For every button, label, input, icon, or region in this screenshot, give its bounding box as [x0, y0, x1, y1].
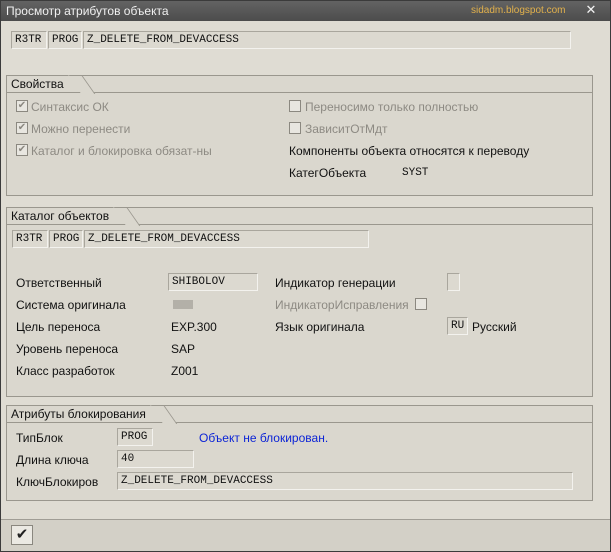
responsible-label: Ответственный: [16, 276, 102, 290]
catalog-pgmid-field[interactable]: R3TR: [12, 230, 48, 248]
catalog-object-type-field[interactable]: PROG: [49, 230, 83, 248]
header-object-name-field[interactable]: Z_DELETE_FROM_DEVACCESS: [83, 31, 571, 49]
transport-full-only-checkbox[interactable]: [289, 100, 301, 112]
button-bar: ✔: [1, 519, 610, 551]
original-language-label: Язык оригинала: [275, 320, 365, 334]
confirm-button[interactable]: ✔: [11, 525, 33, 545]
object-category-value: SYST: [402, 167, 429, 179]
generation-flag-field[interactable]: [447, 273, 460, 291]
lock-group-title: Атрибуты блокирования: [6, 405, 156, 422]
checkmark-icon: ✔: [15, 526, 29, 543]
generation-flag-label: Индикатор генерации: [275, 276, 396, 290]
components-translation-text: Компоненты объекта относятся к переводу: [289, 144, 530, 158]
transport-layer-value: SAP: [171, 342, 196, 356]
catalog-group-title: Каталог объектов: [6, 207, 120, 224]
transportable-checkbox[interactable]: ✔: [16, 122, 28, 134]
depends-on-client-checkbox[interactable]: [289, 122, 301, 134]
catalog-lock-label: Каталог и блокировка обязат-ны: [31, 144, 212, 158]
lock-attributes-group: Атрибуты блокирования ТипБлок PROG Объек…: [6, 405, 593, 501]
source-system-value: [173, 300, 193, 309]
properties-group: Свойства ✔ Синтаксис ОК ✔ Можно перенест…: [6, 75, 593, 196]
transport-target-label: Цель переноса: [16, 320, 101, 334]
title-bar: Просмотр атрибутов объекта sidadm.blogsp…: [1, 1, 610, 21]
catalog-object-name-field[interactable]: Z_DELETE_FROM_DEVACCESS: [84, 230, 369, 248]
source-system-label: Система оригинала: [16, 298, 126, 312]
lock-type-field[interactable]: PROG: [117, 428, 153, 446]
key-length-field[interactable]: 40: [117, 450, 194, 468]
dev-class-value: Z001: [171, 364, 199, 378]
window-title: Просмотр атрибутов объекта: [6, 4, 169, 18]
header-pgmid-field[interactable]: R3TR: [11, 31, 47, 49]
watermark-text: sidadm.blogspot.com: [471, 5, 566, 16]
lock-status-text: Объект не блокирован.: [199, 431, 329, 445]
transport-full-only-label: Переносимо только полностью: [305, 100, 479, 114]
transportable-label: Можно перенести: [31, 122, 131, 136]
catalog-lock-checkbox[interactable]: ✔: [16, 144, 28, 156]
original-language-code-field[interactable]: RU: [447, 317, 468, 335]
transport-target-value: EXP.300: [171, 320, 217, 334]
syntax-ok-checkbox[interactable]: ✔: [16, 100, 28, 112]
responsible-field[interactable]: SHIBOLOV: [168, 273, 258, 291]
attributes-dialog: Просмотр атрибутов объекта sidadm.blogsp…: [0, 0, 611, 552]
object-catalog-group: Каталог объектов R3TR PROG Z_DELETE_FROM…: [6, 207, 593, 397]
header-object-type-field[interactable]: PROG: [48, 31, 82, 49]
close-icon[interactable]: ✕: [582, 2, 600, 19]
dev-class-label: Класс разработок: [16, 364, 115, 378]
object-category-label: КатегОбъекта: [289, 166, 367, 180]
lock-key-field[interactable]: Z_DELETE_FROM_DEVACCESS: [117, 472, 573, 490]
original-language-name: Русский: [472, 320, 517, 334]
correction-flag-checkbox[interactable]: [415, 298, 427, 310]
transport-layer-label: Уровень переноса: [16, 342, 119, 356]
depends-on-client-label: ЗависитОтМдт: [305, 122, 388, 136]
lock-type-label: ТипБлок: [16, 431, 63, 445]
key-length-label: Длина ключа: [16, 453, 89, 467]
lock-key-label: КлючБлокиров: [16, 475, 99, 489]
syntax-ok-label: Синтаксис ОК: [31, 100, 109, 114]
correction-flag-label: ИндикаторИсправления: [275, 298, 409, 312]
properties-group-title: Свойства: [6, 75, 74, 92]
